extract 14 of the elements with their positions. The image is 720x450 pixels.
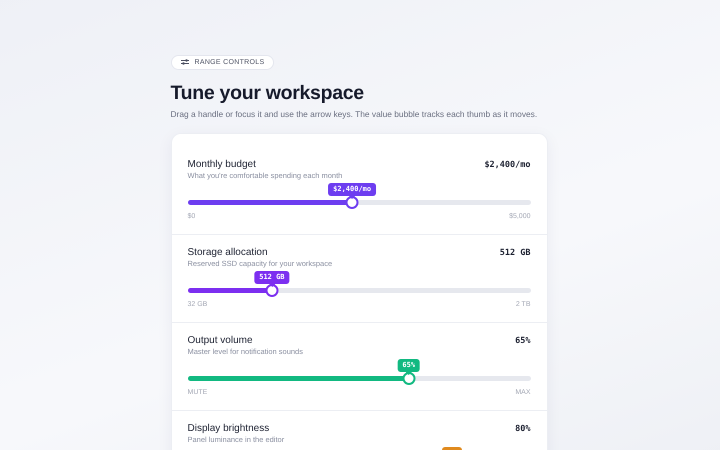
slider-label: Monthly budget — [188, 159, 257, 171]
slider-thumb[interactable] — [346, 196, 359, 209]
slider-value: 512 GB — [500, 247, 530, 259]
slider-value: 80% — [515, 423, 530, 435]
page-title: Tune your workspace — [170, 81, 365, 105]
slider-thumb[interactable] — [402, 372, 416, 385]
page-subtitle: Drag a handle or focus it and use the arrow keys. The value bubble tracks each thumb as it moves. — [170, 108, 538, 120]
slider-thumb[interactable] — [265, 284, 278, 297]
slider-label: Storage allocation — [188, 247, 269, 259]
slider-value: $2,400/mo — [484, 159, 530, 171]
slider-label: Output volume — [188, 335, 254, 347]
slider-label: Display brightness — [188, 423, 270, 435]
sliders-icon — [180, 59, 188, 65]
slider-value: 65% — [515, 335, 530, 347]
